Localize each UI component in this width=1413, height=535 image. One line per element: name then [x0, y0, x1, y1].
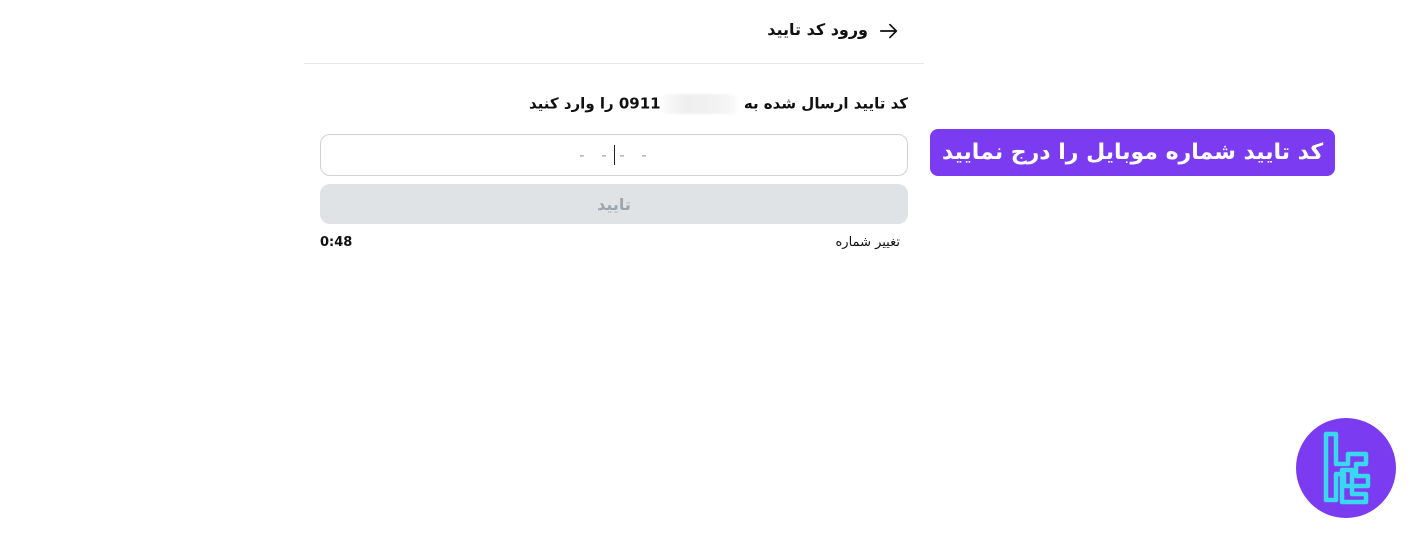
- page-title: ورود کد تایید: [767, 20, 868, 39]
- verification-instruction: کد تایید ارسال شده به 0911 را وارد کنید: [529, 94, 908, 114]
- countdown-timer: 0:48: [320, 235, 353, 250]
- instruction-callout: کد تایید شماره موبایل را درج نمایید: [930, 129, 1335, 176]
- callout-text: کد تایید شماره موبایل را درج نمایید: [941, 140, 1324, 165]
- arrow-right-icon[interactable]: [878, 20, 900, 42]
- instruction-before: کد تایید ارسال شده به: [743, 94, 908, 113]
- confirm-button[interactable]: تایید: [320, 184, 908, 224]
- instruction-after: را وارد کنید: [528, 94, 614, 113]
- phone-prefix: 0911: [618, 94, 661, 113]
- change-number-link[interactable]: تغییر شماره: [836, 235, 901, 250]
- masked-phone-number: [662, 94, 737, 114]
- code-placeholder-right: - -: [617, 146, 651, 164]
- text-caret: [613, 145, 615, 165]
- page-header: ورود کد تایید: [304, 0, 924, 64]
- brand-logo-icon: [1296, 418, 1396, 518]
- verification-code-input[interactable]: - - - -: [320, 134, 908, 176]
- code-placeholder-left: - -: [577, 146, 611, 164]
